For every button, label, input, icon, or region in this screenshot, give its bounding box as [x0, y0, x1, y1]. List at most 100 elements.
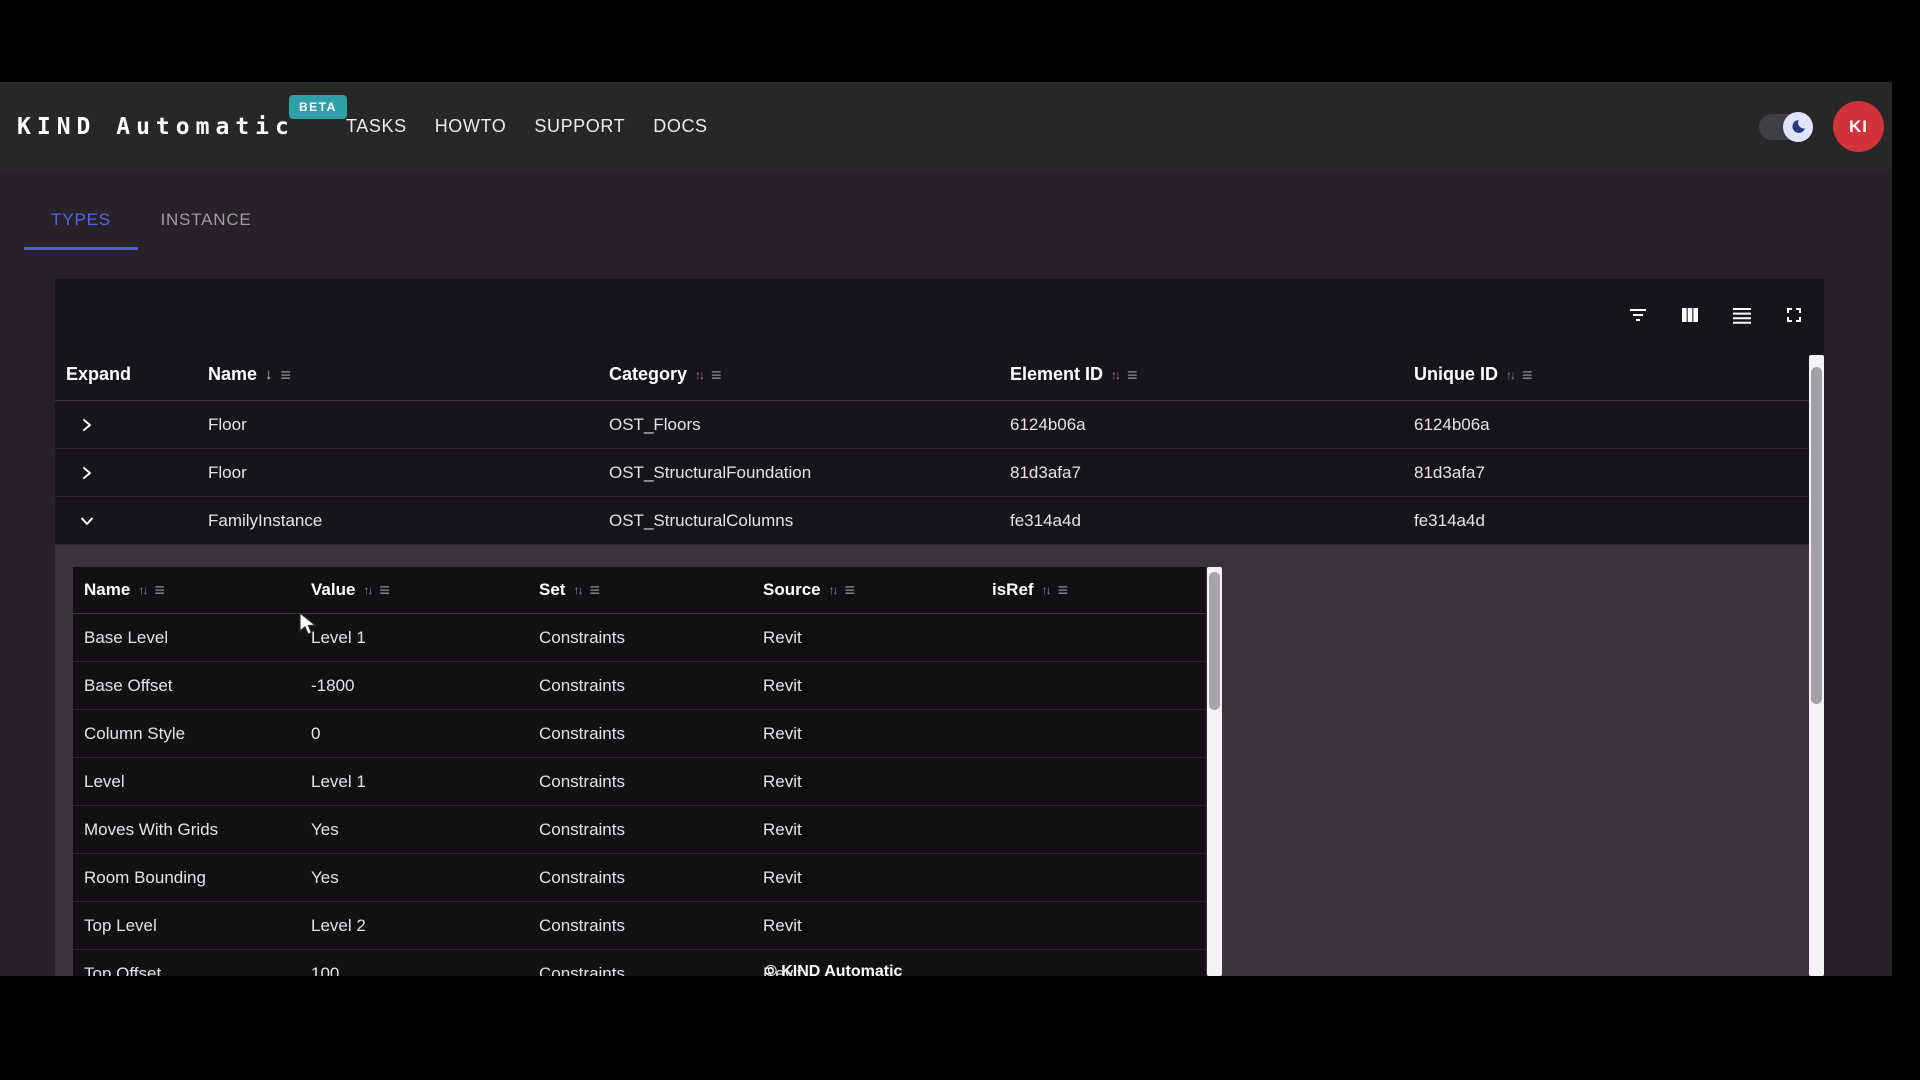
chevron-down-icon [79, 513, 95, 529]
sort-icon[interactable]: ↑↓ [138, 583, 146, 597]
grid-toolbar [1626, 303, 1806, 327]
sort-desc-icon[interactable]: ↓ [265, 366, 273, 383]
column-header-expand[interactable]: Expand [66, 349, 131, 400]
column-menu-icon[interactable]: ≡ [589, 581, 600, 599]
nav-item-tasks[interactable]: TASKS [346, 116, 407, 137]
detail-row[interactable]: Level Level 1 Constraints Revit [73, 758, 1206, 806]
cell-name: Base Offset [84, 662, 173, 709]
collapse-button[interactable] [73, 497, 101, 545]
detail-row[interactable]: Top Offset 100 Constraints Revit [73, 950, 1206, 976]
cell-name: Column Style [84, 710, 185, 757]
detail-header-row: Name ↑↓ ≡ Value ↑↓ ≡ Set ↑↓ ≡ [73, 567, 1206, 614]
cell-value: Yes [311, 806, 339, 853]
column-menu-icon[interactable]: ≡ [1127, 366, 1138, 384]
column-header-unique-id[interactable]: Unique ID ↑↓ ≡ [1414, 349, 1533, 400]
detail-column-header-source[interactable]: Source ↑↓ ≡ [763, 567, 855, 613]
column-menu-icon[interactable]: ≡ [281, 366, 292, 384]
column-menu-icon[interactable]: ≡ [1058, 581, 1069, 599]
top-app-bar: KIND Automatic BETA TASKS HOWTO SUPPORT … [0, 82, 1892, 171]
detail-scrollbar-thumb[interactable] [1209, 572, 1220, 710]
cell-name: Floor [208, 401, 247, 448]
fullscreen-button[interactable] [1782, 303, 1806, 327]
column-header-category[interactable]: Category ↑↓ ≡ [609, 349, 722, 400]
cell-set: Constraints [539, 806, 625, 853]
column-label: Source [763, 580, 821, 600]
column-label: Value [311, 580, 355, 600]
app-window: KIND Automatic BETA TASKS HOWTO SUPPORT … [0, 82, 1892, 976]
cell-unique-id: 81d3afa7 [1414, 449, 1485, 496]
column-header-element-id[interactable]: Element ID ↑↓ ≡ [1010, 349, 1138, 400]
sort-icon[interactable]: ↑↓ [1042, 583, 1050, 597]
column-header-name[interactable]: Name ↓ ≡ [208, 349, 291, 400]
detail-panel: Name ↑↓ ≡ Value ↑↓ ≡ Set ↑↓ ≡ [55, 545, 1824, 976]
beta-badge: BETA [289, 95, 347, 119]
nav-item-docs[interactable]: DOCS [653, 116, 707, 137]
cell-set: Constraints [539, 950, 625, 976]
cell-name: Top Offset [84, 950, 161, 976]
detail-row[interactable]: Column Style 0 Constraints Revit [73, 710, 1206, 758]
detail-column-header-set[interactable]: Set ↑↓ ≡ [539, 567, 600, 613]
fullscreen-icon [1782, 303, 1806, 327]
detail-row[interactable]: Room Bounding Yes Constraints Revit [73, 854, 1206, 902]
cell-set: Constraints [539, 902, 625, 949]
cell-value: -1800 [311, 662, 354, 709]
expand-button[interactable] [73, 401, 101, 449]
nav-item-support[interactable]: SUPPORT [534, 116, 625, 137]
main-scrollbar-thumb[interactable] [1811, 367, 1822, 704]
grid-header-row: Expand Name ↓ ≡ Category ↑↓ ≡ Element ID… [55, 349, 1824, 401]
tab-instance[interactable]: INSTANCE [138, 189, 274, 250]
column-label: Unique ID [1414, 364, 1498, 385]
column-menu-icon[interactable]: ≡ [845, 581, 856, 599]
detail-row[interactable]: Moves With Grids Yes Constraints Revit [73, 806, 1206, 854]
detail-column-header-name[interactable]: Name ↑↓ ≡ [84, 567, 165, 613]
theme-toggle-knob[interactable] [1783, 112, 1813, 142]
table-row[interactable]: FamilyInstance OST_StructuralColumns fe3… [55, 497, 1824, 545]
columns-button[interactable] [1678, 303, 1702, 327]
cell-source: Revit [763, 806, 802, 853]
theme-toggle[interactable] [1759, 114, 1811, 140]
main-nav: TASKS HOWTO SUPPORT DOCS [346, 82, 708, 171]
sort-icon[interactable]: ↑↓ [695, 368, 703, 382]
detail-row[interactable]: Top Level Level 2 Constraints Revit [73, 902, 1206, 950]
sort-icon[interactable]: ↑↓ [1506, 368, 1514, 382]
table-row[interactable]: Floor OST_StructuralFoundation 81d3afa7 … [55, 449, 1824, 497]
column-menu-icon[interactable]: ≡ [711, 366, 722, 384]
appbar-right: KI [1759, 82, 1884, 171]
cell-set: Constraints [539, 614, 625, 661]
cell-set: Constraints [539, 710, 625, 757]
column-menu-icon[interactable]: ≡ [379, 581, 390, 599]
main-scrollbar[interactable] [1809, 355, 1824, 976]
nav-item-howto[interactable]: HOWTO [435, 116, 507, 137]
chevron-right-icon [79, 417, 95, 433]
footer-watermark: © KIND Automatic [765, 963, 902, 976]
tab-types[interactable]: TYPES [24, 189, 138, 250]
column-menu-icon[interactable]: ≡ [154, 581, 165, 599]
cell-source: Revit [763, 758, 802, 805]
cell-set: Constraints [539, 662, 625, 709]
filter-button[interactable] [1626, 303, 1650, 327]
sort-icon[interactable]: ↑↓ [1111, 368, 1119, 382]
detail-column-header-isref[interactable]: isRef ↑↓ ≡ [992, 567, 1068, 613]
density-button[interactable] [1730, 303, 1754, 327]
detail-scrollbar[interactable] [1207, 567, 1222, 976]
detail-row[interactable]: Base Offset -1800 Constraints Revit [73, 662, 1206, 710]
filter-icon [1626, 303, 1650, 327]
cell-element-id: fe314a4d [1010, 497, 1081, 544]
sort-icon[interactable]: ↑↓ [573, 583, 581, 597]
brand-logo: KIND Automatic [17, 82, 295, 171]
cell-unique-id: fe314a4d [1414, 497, 1485, 544]
data-grid: Expand Name ↓ ≡ Category ↑↓ ≡ Element ID… [55, 279, 1824, 976]
user-avatar[interactable]: KI [1833, 101, 1884, 152]
column-menu-icon[interactable]: ≡ [1522, 366, 1533, 384]
sort-icon[interactable]: ↑↓ [363, 583, 371, 597]
sort-icon[interactable]: ↑↓ [829, 583, 837, 597]
cell-category: OST_Floors [609, 401, 701, 448]
cell-name: Level [84, 758, 125, 805]
detail-row[interactable]: Base Level Level 1 Constraints Revit [73, 614, 1206, 662]
table-row[interactable]: Floor OST_Floors 6124b06a 6124b06a [55, 401, 1824, 449]
detail-column-header-value[interactable]: Value ↑↓ ≡ [311, 567, 390, 613]
density-icon [1730, 303, 1754, 327]
column-label: Name [84, 580, 130, 600]
cell-source: Revit [763, 854, 802, 901]
expand-button[interactable] [73, 449, 101, 497]
